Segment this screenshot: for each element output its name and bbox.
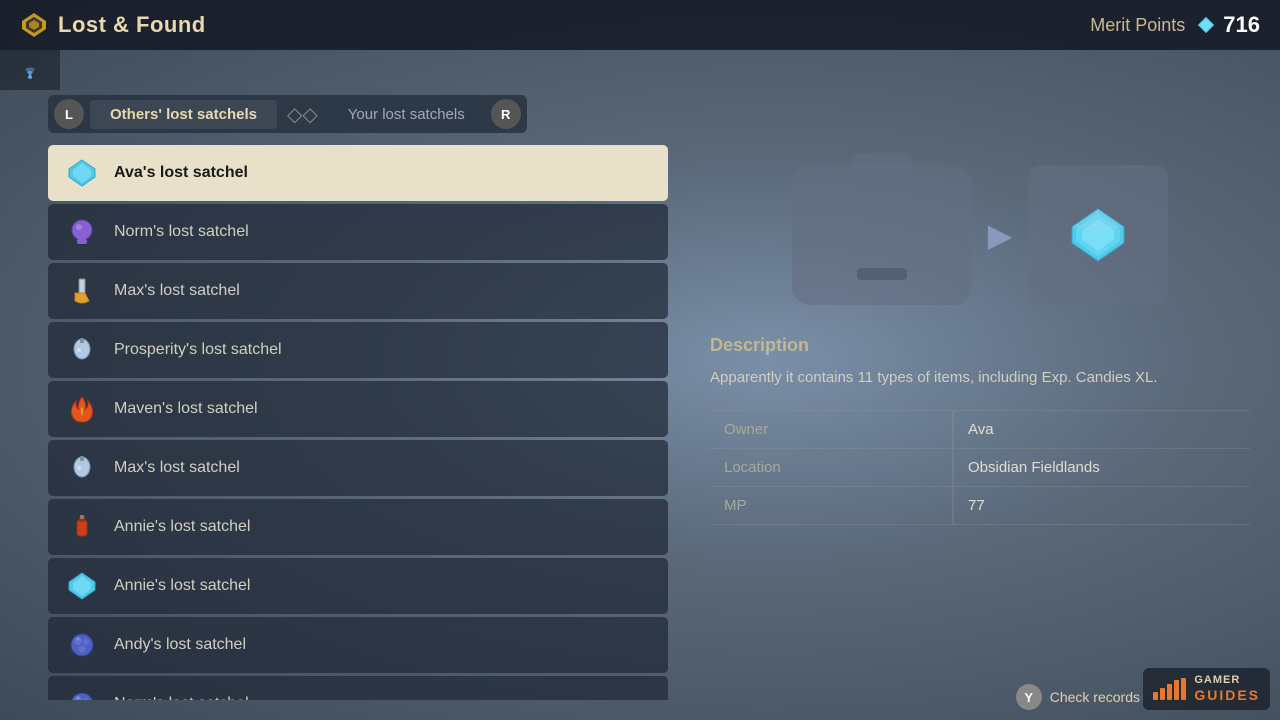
list-item[interactable]: Maven's lost satchel [48, 381, 668, 437]
list-item[interactable]: Annie's lost satchel [48, 499, 668, 555]
list-item-label: Annie's lost satchel [114, 518, 250, 536]
table-cell-value: Ava [953, 411, 1250, 449]
list-item[interactable]: Annie's lost satchel [48, 558, 668, 614]
table-cell-value: 77 [953, 487, 1250, 525]
list-item[interactable]: Norm's lost satchel [48, 676, 668, 700]
game-logo-icon [20, 11, 48, 39]
list-item-label: Prosperity's lost satchel [114, 341, 282, 359]
list-scroll[interactable]: ▶Ava's lost satchel Norm's lost satchel Ma… [48, 145, 668, 700]
list-item-icon [64, 214, 100, 250]
list-item[interactable]: Prosperity's lost satchel [48, 322, 668, 378]
list-item-label: Annie's lost satchel [114, 577, 250, 595]
list-item-icon [64, 450, 100, 486]
bar2 [1160, 688, 1165, 700]
y-button-icon: Y [1016, 684, 1042, 710]
check-records-button[interactable]: Y Check records [1016, 684, 1140, 710]
tab-right-button[interactable]: R [491, 99, 521, 129]
tab-others[interactable]: Others' lost satchels [90, 100, 277, 129]
description-section: Description Apparently it contains 11 ty… [700, 335, 1260, 390]
table-row: LocationObsidian Fieldlands [710, 449, 1250, 487]
bar3 [1167, 684, 1172, 700]
list-item[interactable]: Andy's lost satchel [48, 617, 668, 673]
list-item-icon [64, 686, 100, 700]
top-bar: Lost & Found Merit Points 716 [0, 0, 1280, 50]
list-item-label: Norm's lost satchel [114, 695, 249, 700]
page-title: Lost & Found [58, 12, 1090, 38]
list-item-icon [64, 627, 100, 663]
detail-panel: ▶ Description Apparently it contains 11 … [700, 145, 1260, 700]
tab-bar: L Others' lost satchels ◇◇ Your lost sat… [48, 95, 527, 133]
table-cell-label: Location [710, 449, 953, 487]
merit-points-label: Merit Points [1090, 15, 1185, 36]
arrow-right-icon: ▶ [988, 216, 1013, 254]
list-item-icon [64, 509, 100, 545]
tab-left-button[interactable]: L [54, 99, 84, 129]
check-records-label: Check records [1050, 689, 1140, 705]
watermark: GAMER GUIDES [1143, 668, 1270, 710]
satchel-preview: ▶ [700, 145, 1260, 335]
watermark-text: GAMER GUIDES [1194, 674, 1260, 704]
table-cell-label: Owner [710, 411, 953, 449]
description-title: Description [710, 335, 1250, 356]
gem-icon [1068, 205, 1128, 265]
list-item[interactable]: ▶Ava's lost satchel [48, 145, 668, 201]
table-cell-label: MP [710, 487, 953, 525]
list-item-icon [64, 391, 100, 427]
list-item[interactable]: Norm's lost satchel [48, 204, 668, 260]
bar5 [1181, 678, 1186, 700]
bar1 [1153, 692, 1158, 700]
table-row: OwnerAva [710, 411, 1250, 449]
list-item-icon [64, 273, 100, 309]
list-item-label: Maven's lost satchel [114, 400, 258, 418]
description-text: Apparently it contains 11 types of items… [710, 366, 1250, 390]
wifi-icon [15, 58, 45, 82]
table-cell-value: Obsidian Fieldlands [953, 449, 1250, 487]
watermark-bars-icon [1153, 678, 1186, 700]
item-preview-box [1028, 165, 1168, 305]
merit-points-value: 716 [1223, 12, 1260, 38]
watermark-guides: GUIDES [1194, 687, 1260, 704]
list-item-label: Andy's lost satchel [114, 636, 246, 654]
merit-diamond-icon [1197, 16, 1215, 34]
watermark-gamer: GAMER [1194, 674, 1260, 687]
satchel-bag-icon [792, 165, 972, 305]
wifi-bar [0, 50, 60, 90]
tab-divider: ◇◇ [287, 102, 318, 127]
list-item-icon [64, 568, 100, 604]
list-item-label: Max's lost satchel [114, 282, 240, 300]
list-item-label: Norm's lost satchel [114, 223, 249, 241]
list-item-label: Max's lost satchel [114, 459, 240, 477]
list-item[interactable]: Max's lost satchel [48, 440, 668, 496]
list-item[interactable]: Max's lost satchel [48, 263, 668, 319]
list-item-icon [64, 332, 100, 368]
list-item-icon [64, 155, 100, 191]
list-panel: ▶Ava's lost satchel Norm's lost satchel Ma… [48, 145, 668, 700]
tab-yours[interactable]: Your lost satchels [328, 100, 485, 129]
list-item-label: Ava's lost satchel [114, 164, 248, 182]
info-table: OwnerAvaLocationObsidian FieldlandsMP77 [710, 410, 1250, 525]
bar4 [1174, 680, 1179, 700]
table-row: MP77 [710, 487, 1250, 525]
